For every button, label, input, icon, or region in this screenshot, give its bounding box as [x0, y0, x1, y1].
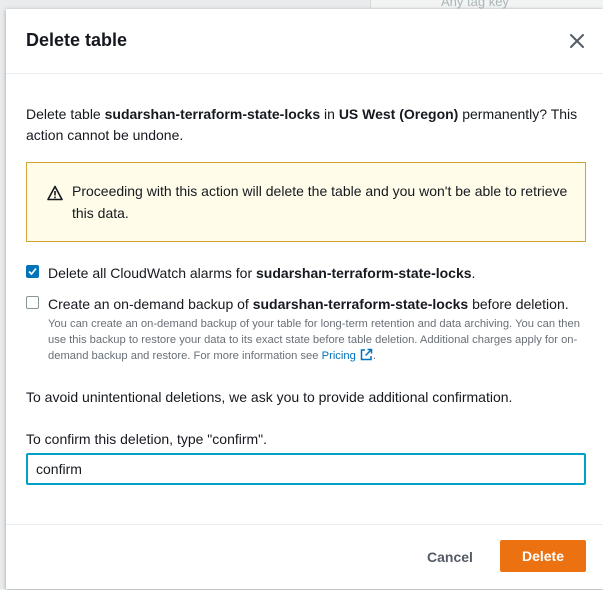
external-link-icon	[360, 348, 373, 366]
delete-alarms-label[interactable]: Delete all CloudWatch alarms for sudarsh…	[48, 263, 475, 283]
background-tag-placeholder: Any tag key	[441, 0, 509, 9]
intro-middle: in	[320, 106, 339, 122]
backup-description: You can create an on-demand backup of yo…	[48, 316, 593, 366]
alarms-label-suffix: .	[471, 265, 476, 281]
delete-table-modal: Delete table Delete table sudarshan-terr…	[6, 9, 603, 589]
alarms-label-prefix: Delete all CloudWatch alarms for	[48, 265, 257, 281]
warning-triangle-icon	[47, 185, 63, 201]
backup-label-suffix: before deletion.	[468, 296, 569, 312]
backup-label-prefix: Create an on-demand backup of	[48, 296, 253, 312]
delete-button[interactable]: Delete	[500, 540, 586, 572]
create-backup-checkbox[interactable]	[26, 296, 39, 309]
modal-title: Delete table	[26, 30, 128, 50]
cancel-button[interactable]: Cancel	[415, 548, 485, 566]
create-backup-label[interactable]: Create an on-demand backup of sudarshan-…	[48, 294, 569, 314]
modal-footer: Cancel Delete	[6, 524, 603, 590]
intro-region: US West (Oregon)	[338, 106, 459, 122]
backup-label-table-name: sudarshan-terraform-state-locks	[252, 296, 469, 312]
warning-text: Proceeding with this action will delete …	[72, 183, 568, 221]
pricing-link-suffix: .	[372, 350, 376, 362]
intro-table-name: sudarshan-terraform-state-locks	[104, 106, 321, 122]
alarms-label-table-name: sudarshan-terraform-state-locks	[256, 265, 472, 281]
confirm-field-label: To confirm this deletion, type "confirm"…	[26, 431, 268, 447]
close-icon[interactable]	[567, 31, 587, 51]
warning-alert: Proceeding with this action will delete …	[26, 162, 586, 242]
modal-header: Delete table	[6, 9, 603, 74]
backup-description-text: You can create an on-demand backup of yo…	[48, 318, 580, 362]
create-backup-option: Create an on-demand backup of sudarshan-…	[26, 294, 596, 364]
pricing-link-text: Pricing	[321, 350, 356, 362]
delete-alarms-option: Delete all CloudWatch alarms for sudarsh…	[26, 263, 586, 285]
delete-intro-text: Delete table sudarshan-terraform-state-l…	[26, 104, 586, 146]
confirmation-note: To avoid unintentional deletions, we ask…	[26, 389, 513, 405]
background-tag-column: Any tag key	[370, 0, 603, 9]
confirm-input[interactable]	[26, 453, 586, 485]
pricing-link[interactable]: Pricing	[321, 348, 373, 362]
delete-alarms-checkbox[interactable]	[26, 265, 39, 278]
intro-prefix: Delete table	[26, 106, 105, 122]
